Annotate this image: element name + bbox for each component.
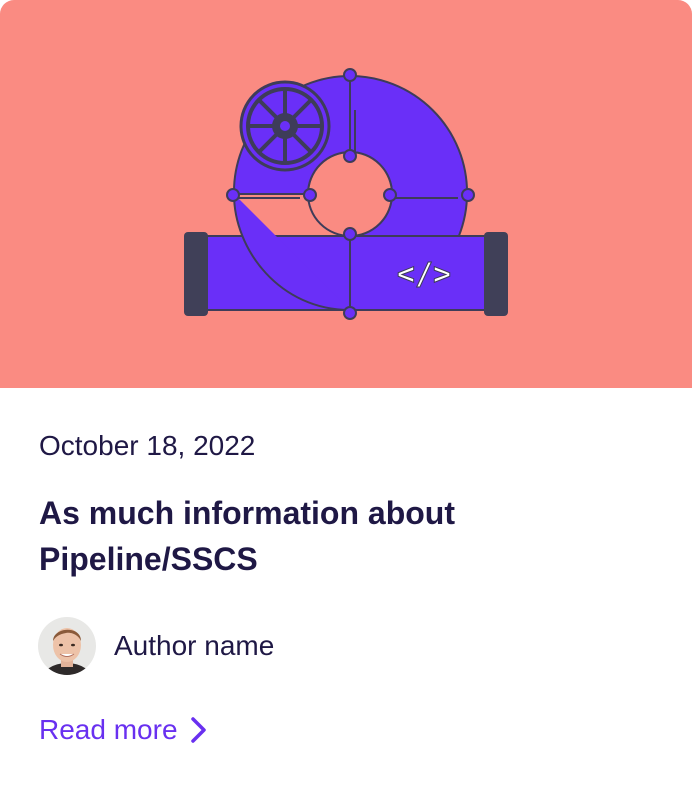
read-more-label[interactable]: Read more [39, 714, 178, 746]
valve-wheel-icon [239, 80, 331, 172]
post-date: October 18, 2022 [39, 430, 256, 461]
chevron-right-icon[interactable] [188, 715, 210, 745]
hero-image: </> [0, 0, 692, 388]
blog-post-card[interactable]: </> October 18, 2022 As much information… [0, 0, 692, 792]
pipe-end-cap-left [184, 232, 208, 316]
pipe-end-cap-right [484, 232, 508, 316]
author-name[interactable]: Author name [114, 630, 274, 662]
author-photo-icon [38, 617, 96, 675]
author-row: Author name [38, 617, 274, 675]
pipeline-illustration: </> [0, 0, 692, 388]
avatar [38, 617, 96, 675]
read-more-link[interactable]: Read more [39, 714, 210, 746]
post-title[interactable]: As much information about Pipeline/SSCS [39, 490, 639, 582]
code-glyph: </> [397, 257, 451, 292]
